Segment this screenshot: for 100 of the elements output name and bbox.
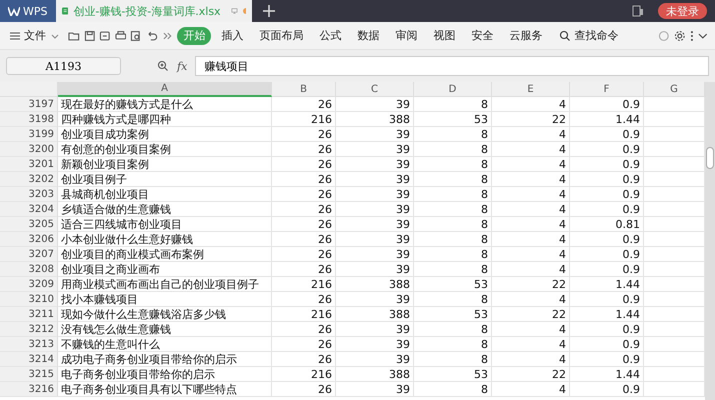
table-cell: 39: [336, 292, 414, 307]
row-header[interactable]: 3198: [0, 112, 58, 127]
folder-icon[interactable]: [68, 30, 80, 42]
table-cell: 22: [492, 277, 570, 292]
file-menu[interactable]: 文件: [6, 26, 64, 46]
row-header[interactable]: 3216: [0, 382, 58, 397]
column-header[interactable]: E: [492, 82, 570, 97]
print-icon[interactable]: [114, 30, 126, 42]
table-cell: 39: [336, 97, 414, 112]
name-box[interactable]: A1193: [6, 57, 121, 75]
app-tab[interactable]: WPS: [0, 0, 56, 22]
search-icon[interactable]: [559, 30, 572, 42]
table-cell: 26: [272, 322, 336, 337]
table-cell: 39: [336, 382, 414, 397]
export-icon[interactable]: [99, 30, 111, 42]
ribbon-tab[interactable]: 安全: [465, 26, 500, 44]
tablet-icon[interactable]: [632, 5, 644, 17]
table-cell: 26: [272, 142, 336, 157]
command-search[interactable]: 查找命令: [556, 26, 622, 46]
row-header[interactable]: 3205: [0, 217, 58, 232]
table-cell: 39: [336, 247, 414, 262]
table-cell: 216: [272, 112, 336, 127]
table-cell: 4: [492, 232, 570, 247]
menu-icon[interactable]: [9, 30, 21, 42]
table-cell: 388: [336, 307, 414, 322]
column-header[interactable]: B: [272, 82, 336, 97]
row-header[interactable]: 3209: [0, 277, 58, 292]
table-cell: 39: [336, 337, 414, 352]
table-cell: 4: [492, 202, 570, 217]
table-cell: 创业项目成功案例: [58, 127, 272, 142]
row-header[interactable]: 3203: [0, 187, 58, 202]
row-header[interactable]: 3207: [0, 247, 58, 262]
ribbon-tab[interactable]: 数据: [351, 26, 386, 44]
table-cell: 26: [272, 217, 336, 232]
table-cell: 8: [414, 232, 492, 247]
formula-input[interactable]: 赚钱项目: [195, 56, 709, 76]
table-cell: 8: [414, 322, 492, 337]
scroll-thumb[interactable]: [706, 147, 714, 169]
column-header[interactable]: A: [58, 82, 272, 97]
app-tab-label: WPS: [23, 4, 48, 18]
zoom-icon[interactable]: [157, 60, 169, 72]
table-cell: 4: [492, 157, 570, 172]
table-cell: 4: [492, 172, 570, 187]
preview-icon[interactable]: [130, 30, 142, 42]
function-label[interactable]: fx: [177, 60, 188, 72]
table-cell: 39: [336, 187, 414, 202]
table-cell: 53: [414, 367, 492, 382]
vertical-scrollbar[interactable]: [705, 82, 715, 400]
ribbon-tab[interactable]: 云服务: [503, 26, 548, 44]
table-cell: 39: [336, 262, 414, 277]
ribbon-tab[interactable]: 插入: [215, 26, 250, 44]
row-header[interactable]: 3210: [0, 292, 58, 307]
login-button[interactable]: 未登录: [658, 3, 707, 19]
table-cell: 1.44: [570, 112, 644, 127]
row-header[interactable]: 3199: [0, 127, 58, 142]
column-header[interactable]: F: [570, 82, 644, 97]
row-header[interactable]: 3212: [0, 322, 58, 337]
undo-icon[interactable]: [146, 30, 158, 42]
row-header[interactable]: 3204: [0, 202, 58, 217]
table-cell: 现如今做什么生意赚钱浴店多少钱: [58, 307, 272, 322]
table-cell: 4: [492, 247, 570, 262]
table-cell: 39: [336, 172, 414, 187]
column-header[interactable]: D: [414, 82, 492, 97]
table-cell: 0.9: [570, 232, 644, 247]
ribbon-tab[interactable]: 公式: [313, 26, 348, 44]
table-cell: 4: [492, 262, 570, 277]
table-cell: 0.9: [570, 337, 644, 352]
table-cell: 8: [414, 157, 492, 172]
row-header[interactable]: 3202: [0, 172, 58, 187]
table-cell: 没有钱怎么做生意赚钱: [58, 322, 272, 337]
table-cell: 22: [492, 112, 570, 127]
table-cell: 216: [272, 277, 336, 292]
table-cell: 22: [492, 307, 570, 322]
column-header[interactable]: C: [336, 82, 414, 97]
row-header[interactable]: 3213: [0, 337, 58, 352]
table-cell: 0.9: [570, 247, 644, 262]
row-header[interactable]: 3214: [0, 352, 58, 367]
row-header[interactable]: 3201: [0, 157, 58, 172]
table-cell: 8: [414, 382, 492, 397]
ribbon-tab[interactable]: 页面布局: [253, 26, 310, 44]
row-header[interactable]: 3215: [0, 367, 58, 382]
column-header[interactable]: G: [644, 82, 705, 97]
settings-icon[interactable]: [674, 30, 686, 42]
table-cell: 4: [492, 187, 570, 202]
table-cell: 乡镇适合做的生意赚钱: [58, 202, 272, 217]
row-header[interactable]: 3208: [0, 262, 58, 277]
more-icon[interactable]: [690, 30, 694, 42]
table-cell: 39: [336, 127, 414, 142]
row-header[interactable]: 3197: [0, 97, 58, 112]
ribbon-tab[interactable]: 审阅: [389, 26, 424, 44]
ribbon-tab[interactable]: 视图: [427, 26, 462, 44]
table-cell: 26: [272, 157, 336, 172]
row-header[interactable]: 3211: [0, 307, 58, 322]
table-cell: 1.44: [570, 307, 644, 322]
row-header[interactable]: 3200: [0, 142, 58, 157]
row-header[interactable]: 3206: [0, 232, 58, 247]
table-cell: 26: [272, 127, 336, 142]
save-icon[interactable]: [84, 30, 96, 42]
table-cell: 0.9: [570, 292, 644, 307]
table-cell: 53: [414, 307, 492, 322]
